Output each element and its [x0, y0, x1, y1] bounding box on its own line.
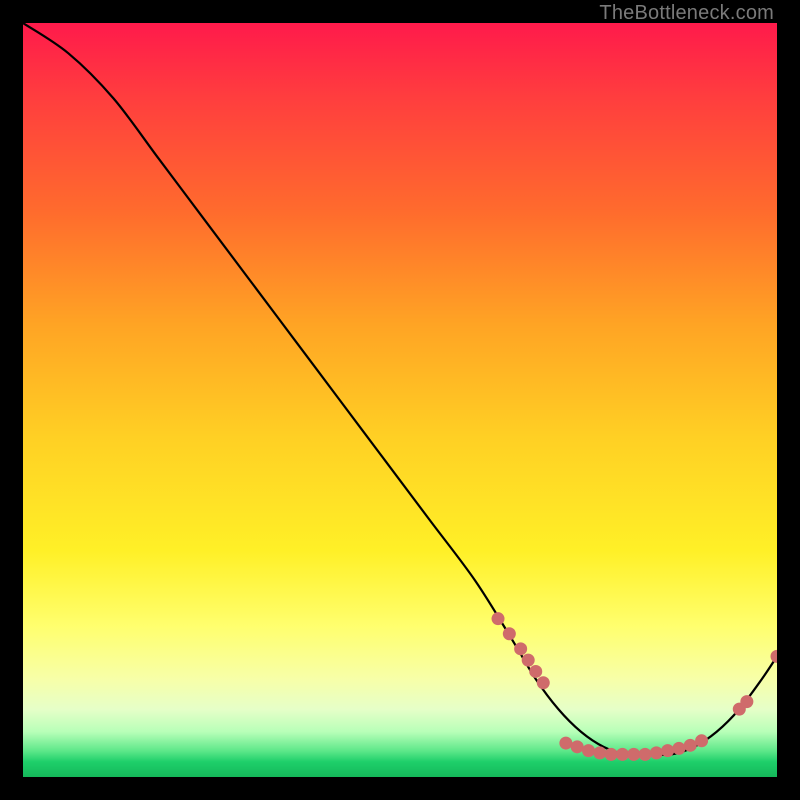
data-point — [605, 748, 618, 761]
data-point — [537, 676, 550, 689]
data-point — [492, 612, 505, 625]
data-point — [695, 734, 708, 747]
chart-svg — [23, 23, 777, 777]
data-point — [627, 748, 640, 761]
data-point — [672, 742, 685, 755]
data-point — [514, 642, 527, 655]
data-point — [559, 737, 572, 750]
plot-area — [23, 23, 777, 777]
data-point — [650, 746, 663, 759]
data-point — [639, 748, 652, 761]
data-point — [582, 744, 595, 757]
watermark-text: TheBottleneck.com — [599, 2, 774, 25]
data-point — [503, 627, 516, 640]
data-point — [740, 695, 753, 708]
data-point — [684, 739, 697, 752]
curve-line — [23, 23, 777, 755]
data-point — [571, 740, 584, 753]
data-point — [529, 665, 542, 678]
data-point — [522, 654, 535, 667]
data-point — [593, 746, 606, 759]
chart-frame: TheBottleneck.com — [0, 0, 800, 800]
markers-group — [492, 612, 777, 761]
data-point — [661, 744, 674, 757]
data-point — [616, 748, 629, 761]
data-point — [771, 650, 778, 663]
